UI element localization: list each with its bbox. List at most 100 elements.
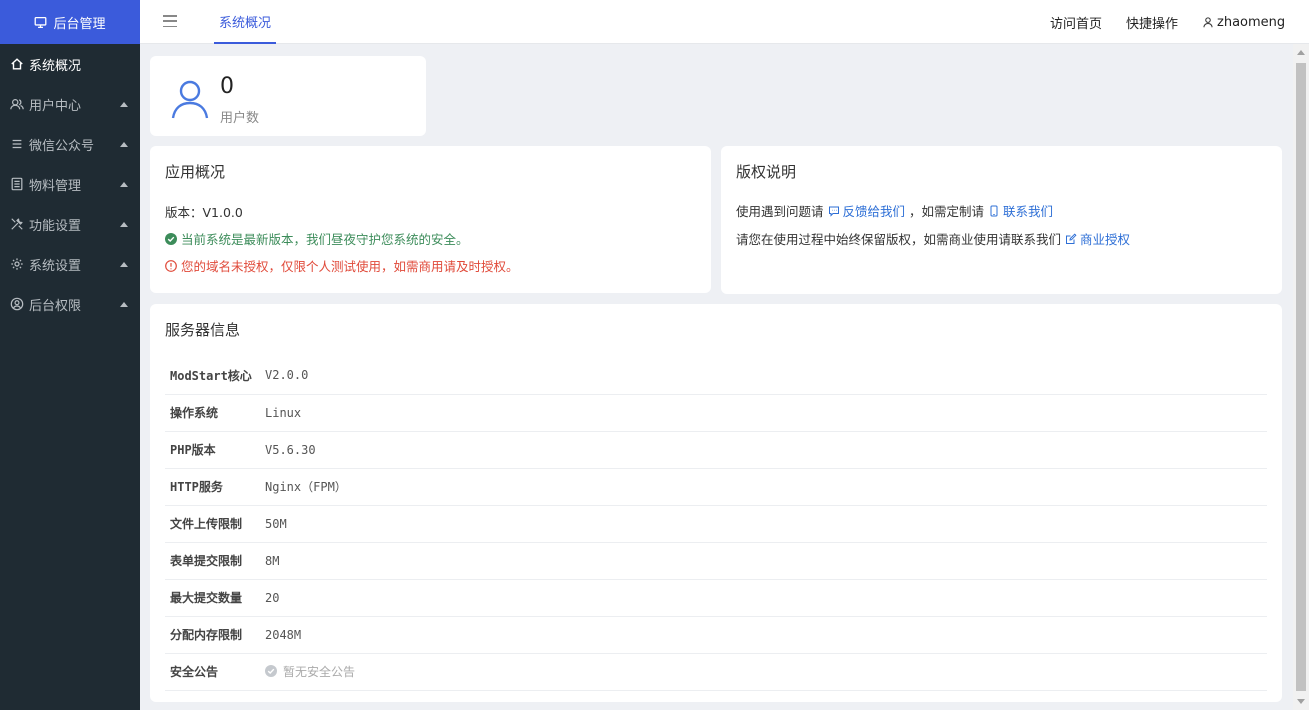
sidebar-item-label: 功能设置: [29, 218, 82, 234]
row-key: 安全公告: [165, 653, 265, 691]
status-warn: 您的域名未授权，仅限个人测试使用，如需商用请及时授权。: [165, 256, 519, 275]
sidebar-item-materials[interactable]: 物料管理: [0, 164, 140, 204]
caret-up-icon: [120, 262, 128, 267]
license-link[interactable]: 商业授权: [1065, 229, 1130, 248]
copyright-line-1: 使用遇到问题请 反馈给我们 ，如需定制请 联系我们: [736, 201, 1053, 220]
caret-up-icon: [120, 102, 128, 107]
row-value: V5.6.30: [265, 431, 1267, 469]
sidebar-item-label: 用户中心: [29, 98, 82, 114]
row-value: Linux: [265, 394, 1267, 432]
user-menu[interactable]: zhaomeng: [1202, 0, 1285, 44]
sidebar-item-label: 系统概况: [29, 58, 82, 74]
table-row: HTTP服务 Nginx（FPM）: [165, 468, 1267, 506]
sidebar-item-overview[interactable]: 系统概况: [0, 44, 140, 84]
table-row: 安全公告 暂无安全公告: [165, 653, 1267, 691]
sidebar-item-label: 微信公众号: [29, 138, 95, 154]
row-value: Nginx（FPM）: [265, 468, 1267, 506]
user-count-value: 0: [220, 74, 234, 99]
license-link-label: 商业授权: [1080, 232, 1131, 247]
sidebar-item-permissions[interactable]: 后台权限: [0, 284, 140, 324]
row-key: HTTP服务: [165, 468, 265, 506]
table-row: 最大提交数量 20: [165, 579, 1267, 617]
row-value: 8M: [265, 542, 1267, 580]
app-overview-card: 应用概况 版本：V1.0.0 当前系统是最新版本，我们昼夜守护您系统的安全。 您…: [150, 146, 711, 293]
copyright-text: 请您在使用过程中始终保留版权，如需商业使用请联系我们: [736, 232, 1062, 247]
visit-home-link[interactable]: 访问首页: [1050, 0, 1102, 44]
phone-icon: [988, 205, 1000, 217]
security-notice-text: 暂无安全公告: [283, 664, 356, 679]
list-icon: [10, 137, 24, 151]
tab-overview[interactable]: 系统概况: [214, 0, 276, 44]
menu-toggle-icon[interactable]: [163, 15, 177, 27]
edit-icon: [1065, 232, 1077, 245]
server-info-table: ModStart核心 V2.0.0 操作系统 Linux PHP版本 V5.6.30 …: [165, 357, 1267, 691]
user-icon: [1202, 16, 1214, 28]
sidebar-item-user-center[interactable]: 用户中心: [0, 84, 140, 124]
scroll-down-icon[interactable]: [1297, 699, 1305, 704]
sidebar-item-settings[interactable]: 系统设置: [0, 244, 140, 284]
home-icon: [10, 57, 24, 71]
security-notice: 暂无安全公告: [265, 663, 355, 680]
user-circle-icon: [10, 297, 24, 311]
sidebar-item-label: 系统设置: [29, 258, 82, 274]
sidebar: 后台管理 系统概况 用户中心 微信公众号 物料管理 功能设置 系统设置 后台权限: [0, 0, 140, 710]
row-value: V2.0.0: [265, 357, 1267, 395]
sidebar-item-label: 物料管理: [29, 178, 82, 194]
table-row: 操作系统 Linux: [165, 394, 1267, 432]
document-icon: [10, 177, 24, 191]
version-text: 版本：V1.0.0: [165, 205, 243, 220]
sidebar-item-wechat[interactable]: 微信公众号: [0, 124, 140, 164]
card-title: 版权说明: [736, 163, 797, 181]
brand-label: 后台管理: [53, 16, 106, 32]
brand[interactable]: 后台管理: [0, 0, 140, 44]
row-key: 操作系统: [165, 394, 265, 432]
caret-up-icon: [120, 142, 128, 147]
row-value: 2048M: [265, 616, 1267, 654]
copyright-text: ，如需定制请: [909, 204, 985, 219]
chat-icon: [828, 205, 840, 217]
user-icon: [171, 78, 209, 120]
row-value: 20: [265, 579, 1267, 617]
check-circle-icon: [265, 665, 277, 678]
card-title: 应用概况: [165, 163, 226, 181]
status-warn-text: 您的域名未授权，仅限个人测试使用，如需商用请及时授权。: [181, 259, 519, 274]
table-row: 文件上传限制 50M: [165, 505, 1267, 543]
copyright-line-2: 请您在使用过程中始终保留版权，如需商业使用请联系我们 商业授权: [736, 229, 1130, 248]
alert-circle-icon: [165, 259, 177, 272]
top-header: 系统概况 访问首页 快捷操作 zhaomeng: [140, 0, 1309, 44]
table-row: ModStart核心 V2.0.0: [165, 357, 1267, 395]
caret-up-icon: [120, 182, 128, 187]
row-key: 分配内存限制: [165, 616, 265, 654]
row-key: 最大提交数量: [165, 579, 265, 617]
sidebar-item-label: 后台权限: [29, 298, 82, 314]
row-key: ModStart核心: [165, 357, 265, 395]
scrollbar-thumb[interactable]: [1296, 63, 1306, 691]
user-count-label: 用户数: [220, 111, 260, 126]
contact-link[interactable]: 联系我们: [988, 201, 1053, 220]
gear-icon: [10, 257, 24, 271]
row-key: 表单提交限制: [165, 542, 265, 580]
tools-icon: [10, 217, 24, 231]
row-key: 文件上传限制: [165, 505, 265, 543]
feedback-link[interactable]: 反馈给我们: [828, 201, 905, 220]
username: zhaomeng: [1217, 14, 1286, 30]
row-key: PHP版本: [165, 431, 265, 469]
contact-link-label: 联系我们: [1003, 204, 1054, 219]
page-scrollbar[interactable]: [1293, 44, 1309, 710]
scroll-up-icon[interactable]: [1297, 50, 1305, 55]
check-circle-icon: [165, 232, 177, 245]
copyright-card: 版权说明 使用遇到问题请 反馈给我们 ，如需定制请 联系我们 请您在使用过程中始…: [721, 146, 1282, 294]
copyright-text: 使用遇到问题请: [736, 204, 824, 219]
monitor-icon: [34, 16, 47, 29]
sidebar-item-features[interactable]: 功能设置: [0, 204, 140, 244]
server-info-card: 服务器信息 ModStart核心 V2.0.0 操作系统 Linux PHP版本 V5…: [150, 304, 1282, 702]
table-row: 表单提交限制 8M: [165, 542, 1267, 580]
quick-actions-menu[interactable]: 快捷操作: [1126, 0, 1178, 44]
row-value: 暂无安全公告: [265, 653, 1267, 691]
card-title: 服务器信息: [165, 321, 241, 339]
status-ok: 当前系统是最新版本，我们昼夜守护您系统的安全。: [165, 229, 469, 248]
users-icon: [10, 97, 24, 111]
status-ok-text: 当前系统是最新版本，我们昼夜守护您系统的安全。: [181, 232, 469, 247]
table-row: 分配内存限制 2048M: [165, 616, 1267, 654]
row-value: 50M: [265, 505, 1267, 543]
